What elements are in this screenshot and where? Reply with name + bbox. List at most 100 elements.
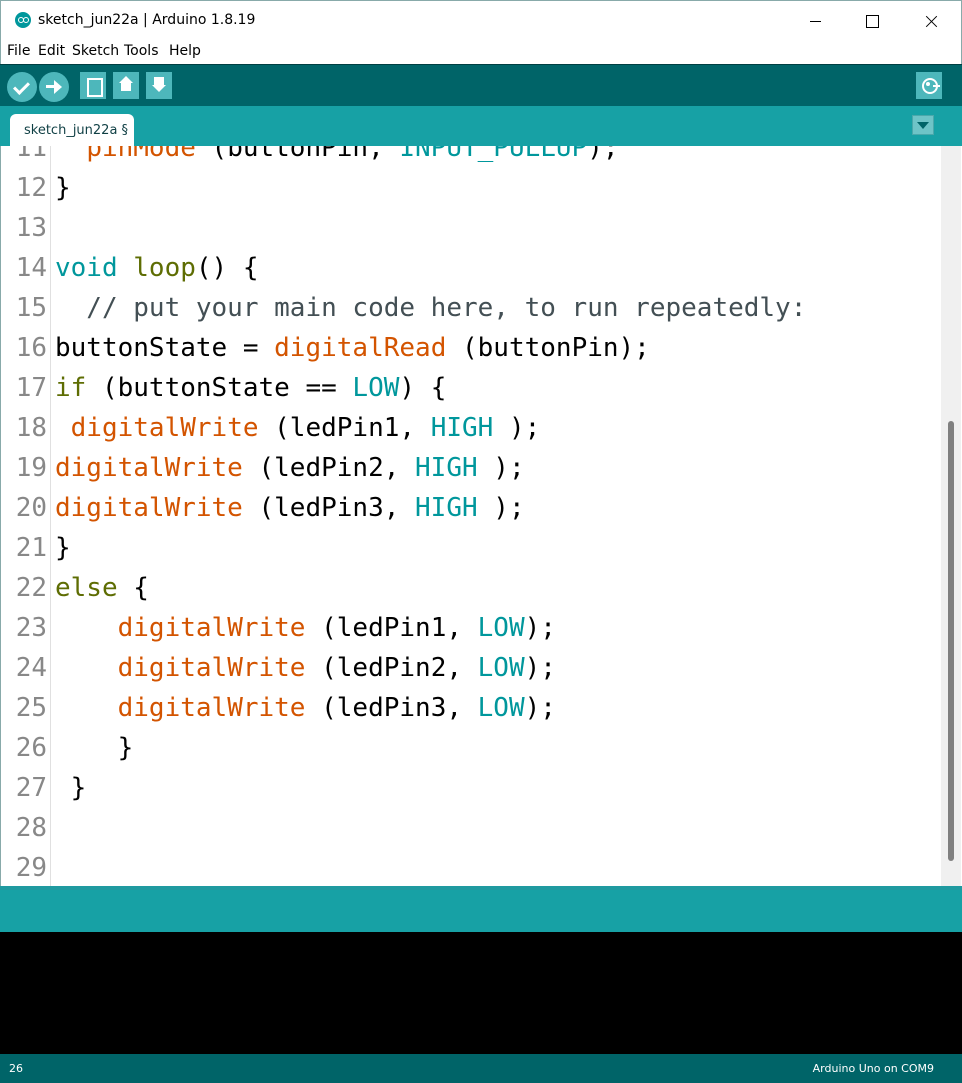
current-line-number: 26	[9, 1062, 23, 1075]
menu-help[interactable]: Help	[169, 43, 201, 59]
code-token: }	[55, 173, 71, 203]
line-number: 17	[15, 373, 47, 403]
code-token: );	[524, 613, 556, 643]
line-number: 22	[15, 573, 47, 603]
code-token: pinMode	[86, 146, 196, 163]
code-token: digitalWrite	[117, 613, 306, 643]
menu-bar: File Edit Sketch Tools Help	[0, 40, 962, 64]
code-token: }	[55, 533, 71, 563]
code-line[interactable]: 18 digitalWrite (ledPin1, HIGH );	[1, 408, 941, 448]
code-text: else {	[55, 568, 149, 608]
line-number: 14	[15, 253, 47, 283]
code-text: // put your main code here, to run repea…	[55, 288, 806, 328]
code-line[interactable]: 14 void loop() {	[1, 248, 941, 288]
code-editor[interactable]: 11 pinMode (buttonPin, INPUT_PULLUP); 12}…	[0, 146, 962, 886]
code-text: digitalWrite (ledPin3, HIGH );	[55, 488, 525, 528]
code-line[interactable]: 17 if (buttonState == LOW) {	[1, 368, 941, 408]
code-line[interactable]: 15 // put your main code here, to run re…	[1, 288, 941, 328]
code-line[interactable]: 20 digitalWrite (ledPin3, HIGH );	[1, 488, 941, 528]
save-icon[interactable]	[146, 72, 172, 99]
serial-monitor-icon[interactable]	[916, 72, 942, 99]
serial-monitor-icon-dot	[926, 82, 930, 86]
code-token: LOW	[477, 613, 525, 643]
code-token: }	[55, 733, 134, 763]
code-line[interactable]: 11 pinMode (buttonPin, INPUT_PULLUP);	[1, 146, 941, 168]
line-number: 26	[15, 733, 47, 763]
code-line[interactable]: 28	[1, 808, 941, 848]
code-token: () {	[195, 253, 259, 283]
close-button[interactable]	[901, 1, 959, 41]
code-text: digitalWrite (ledPin3, LOW);	[55, 688, 556, 728]
code-token: HIGH	[415, 453, 478, 483]
code-token: );	[477, 453, 525, 483]
code-line[interactable]: 24 digitalWrite (ledPin2, LOW);	[1, 648, 941, 688]
tab-sketch-label: sketch_jun22a §	[24, 123, 129, 138]
menu-file[interactable]: File	[7, 43, 30, 59]
open-icon[interactable]	[113, 72, 139, 99]
menu-tools[interactable]: Tools	[124, 43, 159, 59]
code-token: digitalWrite	[55, 453, 243, 483]
code-token: (ledPin2,	[305, 653, 478, 683]
code-token: digitalWrite	[70, 413, 259, 443]
code-line[interactable]: 13	[1, 208, 941, 248]
code-token: loop	[133, 253, 196, 283]
code-token: if	[55, 373, 87, 403]
code-text: buttonState = digitalRead (buttonPin);	[55, 328, 650, 368]
code-text: if (buttonState == LOW) {	[55, 368, 446, 408]
code-text: digitalWrite (ledPin1, LOW);	[55, 608, 556, 648]
line-number: 21	[15, 533, 47, 563]
code-line[interactable]: 27 }	[1, 768, 941, 808]
code-text: void loop() {	[55, 248, 259, 288]
menu-sketch[interactable]: Sketch	[72, 43, 119, 59]
code-token: (buttonPin,	[195, 146, 400, 163]
code-line[interactable]: 23 digitalWrite (ledPin1, LOW);	[1, 608, 941, 648]
maximize-button[interactable]	[843, 1, 901, 41]
code-line[interactable]: 29	[1, 848, 941, 886]
code-line[interactable]: 25 digitalWrite (ledPin3, LOW);	[1, 688, 941, 728]
menu-edit[interactable]: Edit	[38, 43, 65, 59]
new-icon[interactable]	[80, 72, 106, 99]
code-token: (buttonPin);	[446, 333, 650, 363]
line-number: 29	[15, 853, 47, 883]
upload-icon[interactable]	[39, 72, 69, 102]
code-token: {	[117, 573, 149, 603]
code-token: buttonState =	[55, 333, 275, 363]
code-token: LOW	[477, 693, 525, 723]
code-token: digitalWrite	[55, 493, 243, 523]
line-number: 13	[15, 213, 47, 243]
verify-icon[interactable]	[7, 72, 37, 102]
minimize-button[interactable]	[791, 1, 849, 41]
code-line[interactable]: 16 buttonState = digitalRead (buttonPin);	[1, 328, 941, 368]
line-number: 20	[15, 493, 47, 523]
code-line[interactable]: 21}	[1, 528, 941, 568]
status-bar: 26 Arduino Uno on COM9	[0, 1054, 962, 1083]
editor-vertical-scrollbar[interactable]	[941, 146, 961, 886]
code-token: // put your main code here, to run repea…	[55, 293, 807, 323]
code-token: (buttonState ==	[86, 373, 353, 403]
code-token: );	[524, 653, 556, 683]
tab-sketch[interactable]: sketch_jun22a §	[10, 114, 135, 146]
code-line[interactable]: 22 else {	[1, 568, 941, 608]
line-number: 18	[15, 413, 47, 443]
tab-menu-dropdown-icon[interactable]	[912, 115, 934, 135]
code-token: }	[55, 773, 87, 803]
code-token: digitalWrite	[117, 693, 306, 723]
code-text: digitalWrite (ledPin2, LOW);	[55, 648, 556, 688]
code-line[interactable]: 19 digitalWrite (ledPin2, HIGH );	[1, 448, 941, 488]
board-port-label: Arduino Uno on COM9	[812, 1062, 934, 1075]
code-token: );	[493, 413, 541, 443]
code-line[interactable]: 12}	[1, 168, 941, 208]
line-number: 25	[15, 693, 47, 723]
code-token: ) {	[399, 373, 447, 403]
code-token: void	[55, 253, 118, 283]
title-bar: sketch_jun22a | Arduino 1.8.19	[0, 0, 962, 40]
code-line[interactable]: 26 }	[1, 728, 941, 768]
editor-scrollbar-thumb[interactable]	[948, 421, 954, 861]
code-token: digitalWrite	[117, 653, 306, 683]
console-output[interactable]	[0, 932, 962, 1054]
